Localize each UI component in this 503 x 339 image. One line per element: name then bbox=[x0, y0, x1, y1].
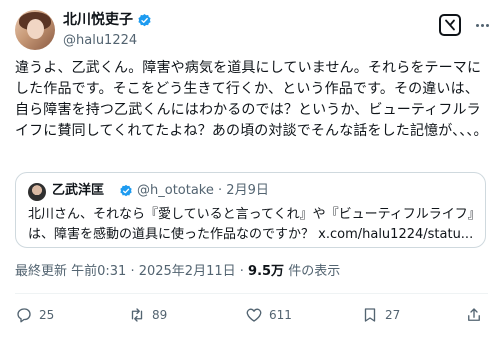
reply-count: 25 bbox=[39, 308, 55, 322]
quote-author-name: 乙武洋匡 bbox=[52, 183, 105, 198]
divider bbox=[15, 293, 488, 294]
quoted-post[interactable]: 乙武洋匡 @h_ototake · 2月9日 北川さん、それなら『愛していると言… bbox=[15, 172, 486, 248]
bookmark-count: 27 bbox=[385, 308, 401, 322]
more-icon[interactable] bbox=[470, 14, 494, 36]
author-info: 北川悦吏子 @halu1224 bbox=[63, 11, 152, 50]
author-name-row: 北川悦吏子 bbox=[63, 11, 152, 30]
like-count: 611 bbox=[269, 308, 292, 322]
like-button[interactable]: 611 bbox=[245, 306, 292, 324]
action-bar: 25 89 611 27 bbox=[15, 306, 485, 326]
verified-badge-icon bbox=[138, 13, 151, 27]
post-timestamp[interactable]: 最終更新 午前0:31 · 2025年2月11日 · bbox=[15, 264, 248, 279]
verified-badge-icon bbox=[120, 184, 132, 197]
bookmark-icon bbox=[364, 308, 376, 322]
repost-count: 89 bbox=[152, 308, 168, 322]
repost-icon bbox=[131, 308, 143, 322]
post-meta: 最終更新 午前0:31 · 2025年2月11日 · 9.5万 件の表示 bbox=[15, 264, 340, 280]
reply-button[interactable]: 25 bbox=[15, 306, 54, 324]
quote-date: 2月9日 bbox=[226, 183, 269, 198]
grok-icon[interactable] bbox=[439, 14, 461, 36]
quote-author-handle: @h_ototake bbox=[137, 183, 214, 198]
quote-separator: · bbox=[218, 183, 223, 198]
author-handle[interactable]: @halu1224 bbox=[63, 32, 152, 50]
more-dot bbox=[475, 23, 479, 27]
author-avatar[interactable] bbox=[15, 10, 55, 50]
share-icon bbox=[468, 308, 480, 321]
quote-text-block: 北川さん、それなら『愛していると言ってくれ』や『ビューティフルライフ』は、障害を… bbox=[28, 205, 480, 245]
quote-author-avatar bbox=[28, 183, 46, 201]
quote-meta: @h_ototake · 2月9日 bbox=[137, 182, 269, 200]
more-dot bbox=[485, 23, 489, 27]
reply-icon bbox=[17, 308, 31, 323]
view-count: 9.5万 bbox=[248, 264, 285, 279]
post-card: 北川悦吏子 @halu1224 違うよ、乙武くん。障害や病気を道具にしていません… bbox=[0, 0, 503, 339]
like-icon bbox=[246, 308, 262, 322]
avatar-face bbox=[27, 19, 44, 39]
post-text: 違うよ、乙武くん。障害や病気を道具にしていません。それらをテーマにした作品です。… bbox=[15, 60, 488, 139]
more-dot bbox=[480, 23, 484, 27]
grok-glyph bbox=[445, 19, 455, 31]
quote-link[interactable]: x.com/halu1224/statu... bbox=[318, 227, 473, 242]
bookmark-button[interactable]: 27 bbox=[361, 306, 400, 324]
repost-button[interactable]: 89 bbox=[128, 306, 167, 324]
author-name[interactable]: 北川悦吏子 bbox=[63, 11, 133, 30]
view-label: 件の表示 bbox=[284, 264, 341, 279]
share-button[interactable] bbox=[465, 306, 483, 324]
